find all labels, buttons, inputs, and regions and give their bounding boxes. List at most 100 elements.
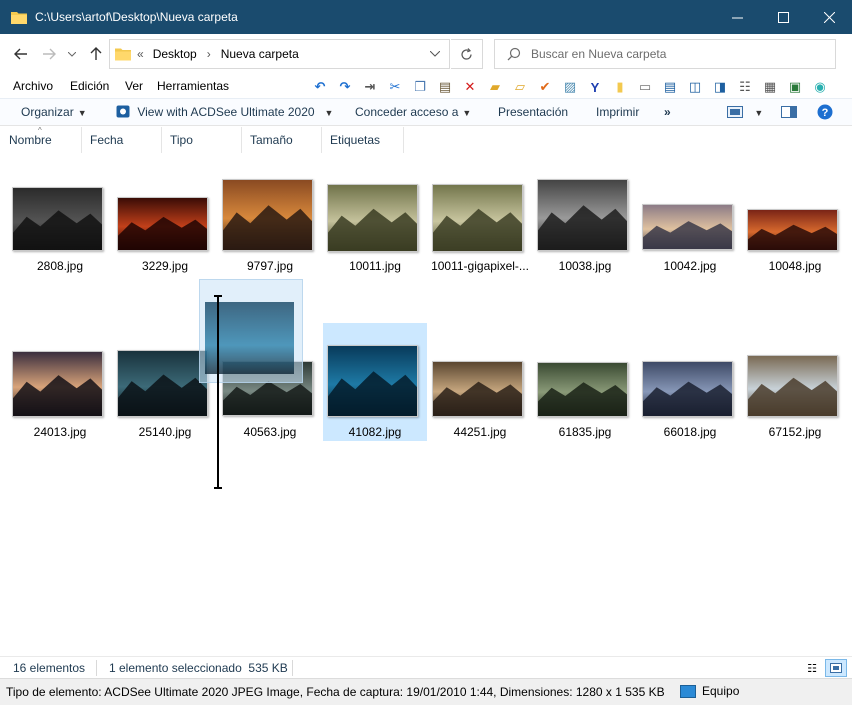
- column-tipo[interactable]: Tipo: [162, 127, 242, 153]
- image-thumbnail: [432, 361, 523, 417]
- file-name: 10011-gigapixel-...: [431, 259, 529, 273]
- acdsee-label: View with ACDSee Ultimate 2020: [137, 105, 315, 119]
- organize-button[interactable]: Organizar ▼: [21, 105, 87, 119]
- filter-icon[interactable]: Y: [585, 78, 605, 96]
- rename-icon[interactable]: ⇥: [360, 78, 380, 96]
- sort-up-icon: ^: [38, 126, 42, 135]
- undo-icon[interactable]: ↶: [310, 78, 330, 96]
- file-item[interactable]: 44251.jpg: [428, 323, 532, 441]
- map-drive-icon[interactable]: ▭: [635, 78, 655, 96]
- close-button[interactable]: [806, 0, 852, 34]
- status-divider: [292, 660, 293, 676]
- redo-icon[interactable]: ↷: [335, 78, 355, 96]
- title-bar: C:\Users\artof\Desktop\Nueva carpeta: [0, 0, 852, 34]
- column-etiquetas[interactable]: Etiquetas: [322, 127, 404, 153]
- arrow-left-icon: [14, 48, 27, 60]
- column-etiquetas-label: Etiquetas: [330, 133, 381, 147]
- details-pane-icon[interactable]: ◨: [710, 78, 730, 96]
- file-item[interactable]: 9797.jpg: [218, 157, 322, 275]
- search-icon: [507, 47, 521, 61]
- properties-icon[interactable]: ▨: [560, 78, 580, 96]
- preview-pane-icon[interactable]: ◫: [685, 78, 705, 96]
- image-thumbnail: [642, 361, 733, 417]
- chevron-down-icon: ▼: [324, 108, 334, 118]
- file-item[interactable]: 2808.jpg: [8, 157, 112, 275]
- image-thumbnail: [222, 179, 313, 251]
- file-name: 10011.jpg: [349, 259, 401, 273]
- refresh-button[interactable]: [451, 39, 483, 69]
- help-button[interactable]: ?: [817, 104, 833, 123]
- minimize-button[interactable]: [714, 0, 760, 34]
- column-fecha[interactable]: Fecha: [82, 127, 162, 153]
- arrow-up-icon: [90, 47, 102, 60]
- copy-icon[interactable]: ❐: [410, 78, 430, 96]
- file-name: 10048.jpg: [768, 259, 822, 273]
- file-name: 61835.jpg: [558, 425, 612, 439]
- slideshow-button[interactable]: Presentación: [498, 105, 568, 119]
- cut-icon[interactable]: ✂: [385, 78, 405, 96]
- file-item[interactable]: 10011-gigapixel-...: [428, 157, 532, 275]
- file-name: 41082.jpg: [348, 425, 402, 439]
- copy-to-icon[interactable]: ▱: [510, 78, 530, 96]
- column-tamano[interactable]: Tamaño: [242, 127, 322, 153]
- large-icons-view-button[interactable]: [825, 659, 847, 677]
- share-button[interactable]: Conceder acceso a ▼: [355, 105, 471, 119]
- search-input[interactable]: Buscar en Nueva carpeta: [494, 39, 836, 69]
- file-item[interactable]: 66018.jpg: [638, 323, 742, 441]
- file-item[interactable]: 10011.jpg: [323, 157, 427, 275]
- minimize-icon: [731, 17, 743, 18]
- breadcrumb-current[interactable]: Nueva carpeta: [221, 47, 299, 61]
- preview-pane-button[interactable]: [781, 105, 797, 119]
- address-bar[interactable]: « Desktop › Nueva carpeta: [109, 39, 450, 69]
- file-name: 24013.jpg: [33, 425, 87, 439]
- file-item[interactable]: 10038.jpg: [533, 157, 637, 275]
- new-folder-icon[interactable]: ▮: [610, 78, 630, 96]
- back-button[interactable]: [12, 45, 30, 63]
- file-grid[interactable]: 2808.jpg 3229.jpg 9797.jpg 10011.jpg 10011-g…: [0, 153, 852, 656]
- menu-ver[interactable]: Ver: [125, 79, 143, 93]
- menu-archivo[interactable]: Archivo: [13, 79, 53, 93]
- change-view-button[interactable]: ▼: [727, 105, 763, 119]
- list-view-icon[interactable]: ☷: [735, 78, 755, 96]
- menu-edicion[interactable]: Edición: [70, 79, 109, 93]
- breadcrumb-desktop[interactable]: Desktop: [153, 47, 197, 61]
- paste-icon[interactable]: ▤: [435, 78, 455, 96]
- print-button[interactable]: Imprimir: [596, 105, 639, 119]
- image-thumbnail: [537, 179, 628, 251]
- move-to-icon[interactable]: ▰: [485, 78, 505, 96]
- file-item[interactable]: 67152.jpg: [743, 323, 847, 441]
- acdsee-icon: [116, 105, 130, 118]
- chevron-down-icon: ▼: [77, 108, 87, 118]
- status-bar: 16 elementos 1 elemento seleccionado 535…: [0, 656, 852, 678]
- breadcrumb-overflow[interactable]: «: [137, 47, 144, 61]
- forward-button[interactable]: [40, 45, 58, 63]
- acdsee-button[interactable]: View with ACDSee Ultimate 2020 ▼: [116, 105, 333, 119]
- file-item[interactable]: 3229.jpg: [113, 157, 217, 275]
- thumbnails-view-icon[interactable]: ▣: [785, 78, 805, 96]
- chevron-down-icon[interactable]: [430, 51, 440, 57]
- file-item[interactable]: 10048.jpg: [743, 157, 847, 275]
- file-item[interactable]: 61835.jpg: [533, 323, 637, 441]
- file-item[interactable]: 41082.jpg: [323, 323, 427, 441]
- help-icon: ?: [817, 104, 833, 120]
- layout-icon[interactable]: ▤: [660, 78, 680, 96]
- up-button[interactable]: [87, 45, 105, 63]
- delete-icon[interactable]: ✕: [460, 78, 480, 96]
- computer-label: Equipo: [702, 684, 740, 698]
- file-item[interactable]: 24013.jpg: [8, 323, 112, 441]
- file-name: 9797.jpg: [246, 259, 294, 273]
- select-all-icon[interactable]: ✔: [535, 78, 555, 96]
- column-nombre[interactable]: ^ Nombre: [0, 126, 82, 153]
- insertion-marker: [214, 295, 222, 489]
- details-view-button[interactable]: ☷: [801, 659, 823, 677]
- column-fecha-label: Fecha: [90, 133, 124, 147]
- details-bar: Tipo de elemento: ACDSee Ultimate 2020 J…: [0, 678, 852, 705]
- tiles-view-icon[interactable]: ▦: [760, 78, 780, 96]
- recent-locations-button[interactable]: [65, 45, 79, 63]
- web-icon[interactable]: ◉: [810, 78, 830, 96]
- file-item[interactable]: 10042.jpg: [638, 157, 742, 275]
- maximize-button[interactable]: [760, 0, 806, 34]
- more-commands-button[interactable]: »: [664, 105, 671, 119]
- file-name: 10042.jpg: [663, 259, 717, 273]
- menu-herramientas[interactable]: Herramientas: [157, 79, 229, 93]
